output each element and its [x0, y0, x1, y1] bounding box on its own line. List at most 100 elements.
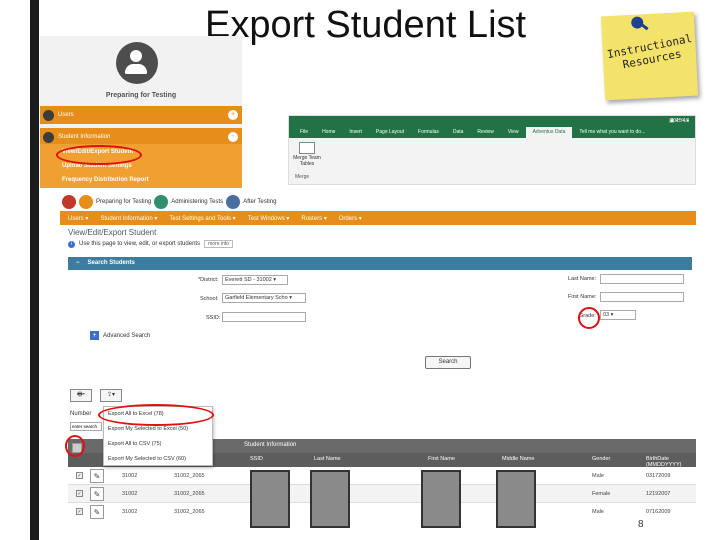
- grade-value: 03: [603, 312, 610, 318]
- excel-tab-insert[interactable]: Insert: [342, 127, 369, 138]
- excel-group-label: Merge: [295, 174, 310, 180]
- user-settings-icon: [116, 42, 158, 84]
- merge-tables-button[interactable]: Merge Team Tables: [293, 142, 321, 167]
- menu-section-users[interactable]: Users +: [40, 106, 242, 124]
- district-value: Everett SD - 31002: [225, 277, 272, 283]
- number-search-input[interactable]: enter search: [70, 422, 102, 431]
- grade-select[interactable]: 03 ▾: [600, 310, 636, 320]
- excel-tab-home[interactable]: Home: [315, 127, 342, 138]
- search-students-panel-header[interactable]: Search Students: [68, 257, 692, 270]
- edit-pencil-icon[interactable]: ✎: [90, 469, 104, 483]
- crumb-preparing[interactable]: Preparing for Testing: [96, 199, 151, 205]
- merge-tables-icon: [299, 142, 315, 154]
- cell-birthdate: 03172009: [646, 473, 671, 479]
- redaction-block-ssid: [250, 470, 290, 528]
- excel-tell-me[interactable]: Tell me what you want to do...: [572, 127, 652, 138]
- administering-icon: [154, 195, 169, 209]
- first-name-input[interactable]: [600, 292, 684, 302]
- ssid-input[interactable]: [222, 312, 306, 322]
- table-row: ✓ ✎ 31002 31002_2065 Female 12192007: [68, 485, 696, 503]
- excel-tab-file[interactable]: File: [293, 127, 315, 138]
- table-row: ✓ ✎ 31002 31002_2065 Male 07162009: [68, 503, 696, 520]
- nav-users[interactable]: Users ▾: [68, 215, 88, 222]
- highlight-ring-export-all: [98, 404, 214, 426]
- row-checkbox[interactable]: ✓: [76, 508, 83, 515]
- cell-district: 31002: [122, 473, 138, 479]
- info-line: i Use this page to view, edit, or export…: [60, 237, 696, 251]
- home-icon[interactable]: [62, 195, 76, 209]
- left-accent-bar: [30, 0, 39, 540]
- slide: Export Student List Instructional Resour…: [0, 0, 720, 540]
- edit-pencil-icon[interactable]: ✎: [90, 505, 104, 519]
- excel-tab-adventus-data[interactable]: Adventus Data: [525, 127, 573, 138]
- excel-tab-review[interactable]: Review: [470, 127, 500, 138]
- users-icon: [43, 110, 54, 121]
- col-ssid[interactable]: SSID: [250, 456, 263, 462]
- crumb-administering[interactable]: Administering Tests: [171, 199, 223, 205]
- cell-gender: Male: [592, 473, 604, 479]
- advanced-search-label: Advanced Search: [103, 332, 151, 339]
- last-name-input[interactable]: [600, 274, 684, 284]
- first-name-label: First Name:: [568, 294, 597, 300]
- school-select[interactable]: Garfield Elementary Scho ▾: [222, 293, 306, 303]
- redaction-block-last-name: [310, 470, 350, 528]
- cell-district: 31002: [122, 509, 138, 515]
- redaction-block-first-name: [421, 470, 461, 528]
- menu-section-users-label: Users: [58, 112, 74, 118]
- menu-section-student-label: Student Information: [58, 134, 111, 140]
- school-label: School:: [200, 296, 219, 302]
- excel-tab-data[interactable]: Data: [446, 127, 471, 138]
- col-middle-name[interactable]: Middle Name: [502, 456, 534, 462]
- student-info-group-header: Student Information: [244, 442, 297, 448]
- highlight-ring-grade: [578, 307, 600, 329]
- search-button[interactable]: Search: [425, 356, 471, 369]
- after-testing-icon: [226, 195, 241, 209]
- cell-school: 31002_2065: [174, 491, 205, 497]
- row-checkbox[interactable]: ✓: [76, 490, 83, 497]
- sticky-note: Instructional Resources: [600, 11, 699, 101]
- cell-birthdate: 12192007: [646, 491, 671, 497]
- highlight-ring-select-all: [65, 435, 85, 457]
- excel-tab-page-layout[interactable]: Page Layout: [369, 127, 411, 138]
- cell-gender: Female: [592, 491, 611, 497]
- nav-student-information[interactable]: Student Information ▾: [100, 215, 157, 222]
- main-nav: Users ▾ Student Information ▾ Test Setti…: [60, 211, 696, 225]
- district-select[interactable]: Everett SD - 31002 ▾: [222, 275, 288, 285]
- breadcrumb: Preparing for Testing Administering Test…: [60, 193, 696, 211]
- cell-gender: Male: [592, 509, 604, 515]
- excel-tab-formulas[interactable]: Formulas: [411, 127, 446, 138]
- preparing-icon: [79, 195, 93, 209]
- number-label: Number: [70, 411, 92, 417]
- excel-tabs: File Home Insert Page Layout Formulas Da…: [289, 127, 695, 138]
- cell-district: 31002: [122, 491, 138, 497]
- plus-icon: +: [90, 331, 99, 340]
- sticky-note-text: Instructional Resources: [605, 32, 696, 74]
- redaction-block-middle-name: [496, 470, 536, 528]
- print-button[interactable]: 🖶▾: [70, 389, 92, 402]
- export-selected-csv[interactable]: Export My Selected to CSV (60): [104, 452, 212, 467]
- expand-icon[interactable]: +: [228, 110, 238, 120]
- more-info-button[interactable]: more info: [204, 240, 233, 248]
- crumb-after-testing[interactable]: After Testing: [243, 199, 276, 205]
- nav-orders[interactable]: Orders ▾: [339, 215, 362, 222]
- advanced-search-toggle[interactable]: + Advanced Search: [90, 331, 150, 340]
- nav-rosters[interactable]: Rosters ▾: [301, 215, 326, 222]
- menu-heading: Preparing for Testing: [105, 92, 177, 99]
- collapse-icon[interactable]: -: [228, 132, 238, 142]
- nav-test-windows[interactable]: Test Windows ▾: [248, 215, 290, 222]
- row-checkbox[interactable]: ✓: [76, 472, 83, 479]
- nav-test-settings[interactable]: Test Settings and Tools ▾: [169, 215, 235, 222]
- col-last-name[interactable]: Last Name: [314, 456, 341, 462]
- export-button[interactable]: ⇪▾: [100, 389, 122, 402]
- menu-item-frequency-report[interactable]: Frequency Distribution Report: [62, 177, 149, 183]
- pushpin-icon: [630, 16, 644, 29]
- col-first-name[interactable]: First Name: [428, 456, 455, 462]
- last-name-label: Last Name:: [568, 276, 597, 282]
- left-menu-panel: Preparing for Testing Users + Student In…: [40, 36, 242, 188]
- edit-pencil-icon[interactable]: ✎: [90, 487, 104, 501]
- slide-title: Export Student List: [205, 4, 527, 46]
- export-all-csv[interactable]: Export All to CSV (75): [104, 437, 212, 452]
- excel-tab-view[interactable]: View: [501, 127, 526, 138]
- excel-ribbon: ▣ ↶ ↷ ▾ 2015-16 File Home Insert Page La…: [288, 115, 696, 185]
- col-gender[interactable]: Gender: [592, 456, 610, 462]
